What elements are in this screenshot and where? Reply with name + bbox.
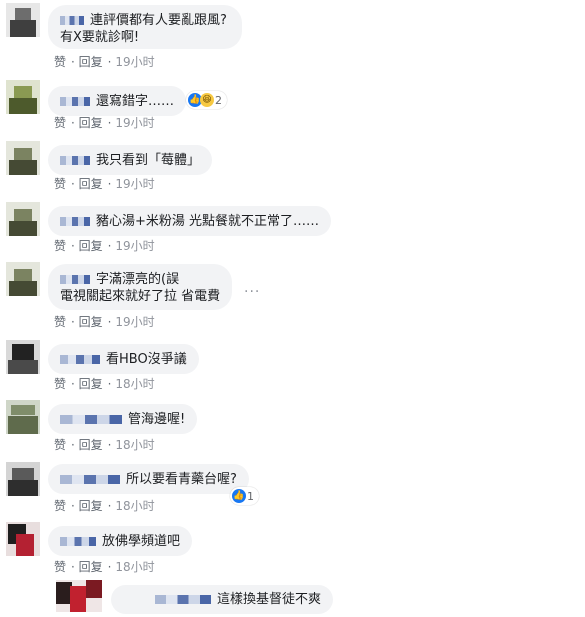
like-link[interactable]: 赞 xyxy=(54,239,66,253)
timestamp[interactable]: 18小时 xyxy=(115,438,154,452)
comment-text: 豬心湯+米粉湯 光點餐就不正常了…… xyxy=(96,214,320,229)
reply-link[interactable]: 回复 xyxy=(79,438,103,452)
comment-bubble: 所以要看青藥台喔? xyxy=(48,464,249,494)
reply-link[interactable]: 回复 xyxy=(79,377,103,391)
blurred-username[interactable] xyxy=(60,97,90,106)
comment-actions: 赞 · 回复 · 19小时 xyxy=(54,116,155,130)
timestamp[interactable]: 18小时 xyxy=(115,499,154,513)
avatar[interactable] xyxy=(6,202,40,236)
comment-bubble: 連評價都有人要亂跟風? 有X要就診啊! xyxy=(48,5,242,49)
comment-actions: 赞 · 回复 · 18小时 xyxy=(54,499,155,513)
comment-text-line2: 有X要就診啊! xyxy=(60,30,140,45)
reply-link[interactable]: 回复 xyxy=(79,116,103,130)
comment-bubble: 我只看到「莓體」 xyxy=(48,145,213,175)
blurred-username[interactable] xyxy=(60,156,90,165)
avatar[interactable] xyxy=(6,400,40,434)
timestamp[interactable]: 19小时 xyxy=(115,177,154,191)
reply-link[interactable]: 回复 xyxy=(79,315,103,329)
like-link[interactable]: 赞 xyxy=(54,116,66,130)
reply-link[interactable]: 回复 xyxy=(79,499,103,513)
comment-text-line2: 電視關起來就好了拉 省電費 xyxy=(60,289,221,304)
reaction-count: 1 xyxy=(247,489,254,503)
reply-link[interactable]: 回复 xyxy=(79,177,103,191)
comment-text: 我只看到「莓體」 xyxy=(96,153,201,168)
blurred-username[interactable] xyxy=(60,217,90,226)
comment-text: 所以要看青藥台喔? xyxy=(126,472,237,487)
comment-bubble: 還寫錯字…… xyxy=(48,86,187,116)
comment-actions: 赞 · 回复 · 18小时 xyxy=(54,560,155,574)
comment-bubble: 放佛學頻道吧 xyxy=(48,526,193,556)
comment-text: 還寫錯字…… xyxy=(96,94,175,109)
comment-text: 放佛學頻道吧 xyxy=(102,534,181,549)
reply-text: 這樣換基督徒不爽 xyxy=(217,592,322,607)
timestamp[interactable]: 19小时 xyxy=(115,116,154,130)
comment-text: 看HBO沒爭議 xyxy=(106,352,187,367)
comment-actions: 赞 · 回复 · 19小时 xyxy=(54,177,155,191)
timestamp[interactable]: 18小时 xyxy=(115,377,154,391)
reply-bubble: 這樣換基督徒不爽 xyxy=(111,585,334,614)
like-link[interactable]: 赞 xyxy=(54,315,66,329)
like-link[interactable]: 赞 xyxy=(54,438,66,452)
comment-actions: 赞 · 回复 · 19小时 xyxy=(54,239,155,253)
timestamp[interactable]: 19小时 xyxy=(115,55,154,69)
like-link[interactable]: 赞 xyxy=(54,560,66,574)
comment-text: 管海邊喔! xyxy=(128,412,186,427)
avatar[interactable] xyxy=(6,3,40,37)
comment-bubble: 字滿漂亮的(誤 電視關起來就好了拉 省電費 xyxy=(48,264,233,310)
reply-link[interactable]: 回复 xyxy=(79,560,103,574)
comment-actions: 赞 · 回复 · 18小时 xyxy=(54,438,155,452)
more-options-icon[interactable]: ··· xyxy=(244,284,260,300)
like-link[interactable]: 赞 xyxy=(54,55,66,69)
reaction-summary[interactable]: 👍 😆 2 xyxy=(186,91,227,109)
timestamp[interactable]: 18小时 xyxy=(115,560,154,574)
like-link[interactable]: 赞 xyxy=(54,177,66,191)
avatar[interactable] xyxy=(6,522,40,556)
reply-link[interactable]: 回复 xyxy=(79,239,103,253)
avatar[interactable] xyxy=(56,580,102,612)
comment-actions: 赞 · 回复 · 19小时 xyxy=(54,55,155,69)
comment-bubble: 看HBO沒爭議 xyxy=(48,344,199,374)
blurred-username[interactable] xyxy=(155,595,211,604)
blurred-username[interactable] xyxy=(60,537,96,546)
haha-icon: 😆 xyxy=(200,93,214,107)
comment-text: 字滿漂亮的(誤 xyxy=(96,272,180,287)
timestamp[interactable]: 19小时 xyxy=(115,315,154,329)
comment-actions: 赞 · 回复 · 18小时 xyxy=(54,377,155,391)
blurred-username[interactable] xyxy=(60,16,84,25)
avatar[interactable] xyxy=(6,340,40,374)
blurred-username[interactable] xyxy=(60,355,100,364)
comment-actions: 赞 · 回复 · 19小时 xyxy=(54,315,155,329)
blurred-username[interactable] xyxy=(60,275,90,284)
avatar[interactable] xyxy=(6,262,40,296)
comment-text: 連評價都有人要亂跟風? xyxy=(90,13,227,28)
blurred-username[interactable] xyxy=(60,475,120,484)
avatar[interactable] xyxy=(6,80,40,114)
reaction-summary[interactable]: 👍 1 xyxy=(230,487,259,505)
comment-bubble: 管海邊喔! xyxy=(48,404,198,434)
blurred-username[interactable] xyxy=(60,415,122,424)
avatar[interactable] xyxy=(6,462,40,496)
like-link[interactable]: 赞 xyxy=(54,499,66,513)
reaction-count: 2 xyxy=(215,93,222,107)
comment-bubble: 豬心湯+米粉湯 光點餐就不正常了…… xyxy=(48,206,332,236)
thumbs-up-icon: 👍 xyxy=(232,489,246,503)
reply-link[interactable]: 回复 xyxy=(79,55,103,69)
like-link[interactable]: 赞 xyxy=(54,377,66,391)
timestamp[interactable]: 19小时 xyxy=(115,239,154,253)
avatar[interactable] xyxy=(6,141,40,175)
